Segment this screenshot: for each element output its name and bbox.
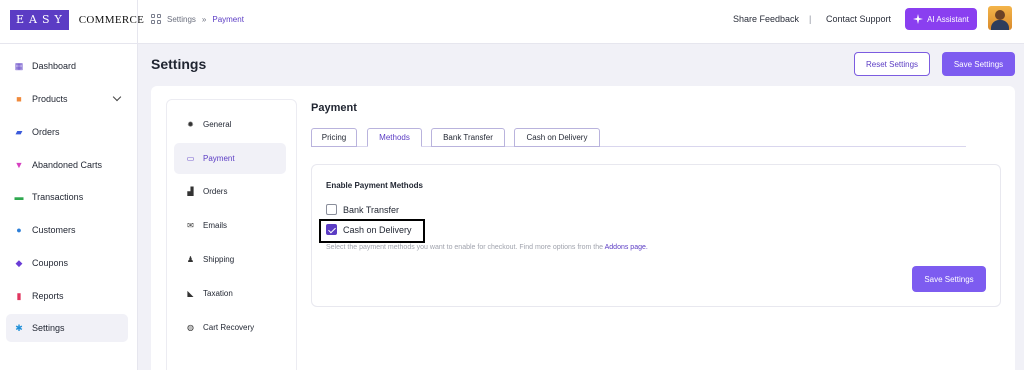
tab-methods[interactable]: Methods bbox=[367, 128, 422, 147]
sidebar-item-reports[interactable]: ▮ Reports bbox=[6, 282, 128, 310]
sidebar-item-label: Orders bbox=[32, 127, 60, 137]
logo[interactable]: EASY COMMERCE bbox=[10, 10, 144, 30]
settings-nav-orders[interactable]: ▟ Orders bbox=[174, 176, 286, 207]
settings-nav-label: Orders bbox=[203, 187, 228, 196]
avatar-head bbox=[995, 10, 1005, 20]
sidebar-item-label: Abandoned Carts bbox=[32, 160, 103, 170]
settings-nav-label: General bbox=[203, 120, 232, 129]
sidebar-item-label: Transactions bbox=[32, 192, 84, 202]
header-separator: | bbox=[809, 14, 812, 24]
tab-cash-on-delivery[interactable]: Cash on Delivery bbox=[514, 128, 600, 147]
card-icon: ▭ bbox=[186, 154, 195, 163]
panel-heading: Enable Payment Methods bbox=[326, 181, 423, 190]
sidebar-item-label: Dashboard bbox=[32, 61, 77, 71]
sidebar-item-coupons[interactable]: ◆ Coupons bbox=[6, 249, 128, 277]
avatar-body bbox=[991, 20, 1009, 30]
page-title: Settings bbox=[151, 56, 207, 72]
reset-settings-button[interactable]: Reset Settings bbox=[854, 52, 930, 76]
gear-icon: ✹ bbox=[187, 120, 194, 129]
grid-icon bbox=[151, 14, 161, 24]
cart-icon: ▼ bbox=[14, 160, 24, 170]
logo-commerce: COMMERCE bbox=[78, 14, 145, 26]
highlight-box bbox=[319, 219, 425, 243]
sidebar-item-label: Customers bbox=[32, 225, 76, 235]
mail-icon: ✉ bbox=[187, 221, 194, 230]
coupon-icon: ◆ bbox=[15, 258, 23, 268]
help-text: Select the payment methods you want to e… bbox=[326, 244, 648, 251]
settings-nav-label: Emails bbox=[203, 221, 228, 230]
sidebar-item-transactions[interactable]: ▬ Transactions bbox=[6, 183, 128, 211]
sidebar-item-label: Settings bbox=[32, 323, 65, 333]
sidebar-item-customers[interactable]: ● Customers bbox=[6, 216, 128, 244]
save-settings-button[interactable]: Save Settings bbox=[942, 52, 1015, 76]
method-bank-transfer[interactable]: Bank Transfer bbox=[326, 204, 399, 215]
report-icon: ▮ bbox=[16, 291, 22, 301]
settings-nav-shipping[interactable]: ♟ Shipping bbox=[174, 244, 286, 275]
orders-icon: ▰ bbox=[15, 127, 23, 137]
payment-section-title: Payment bbox=[311, 102, 357, 114]
save-settings-panel-button[interactable]: Save Settings bbox=[912, 266, 986, 292]
settings-nav-emails[interactable]: ✉ Emails bbox=[174, 210, 286, 241]
sidebar: ▦ Dashboard ■ Products ▰ Orders ▼ Abando… bbox=[0, 44, 138, 370]
top-header: EASY COMMERCE Settings » Payment Share F… bbox=[0, 0, 1024, 44]
sidebar-item-label: Products bbox=[32, 94, 68, 104]
settings-nav-label: Taxation bbox=[203, 289, 233, 298]
sidebar-item-label: Reports bbox=[32, 291, 64, 301]
settings-nav-cart-recovery[interactable]: ◍ Cart Recovery bbox=[174, 312, 286, 343]
ai-assistant-label: AI Assistant bbox=[927, 14, 969, 24]
settings-nav-payment[interactable]: ▭ Payment bbox=[174, 143, 286, 174]
breadcrumb: Settings » Payment bbox=[151, 14, 244, 24]
tab-bank-transfer[interactable]: Bank Transfer bbox=[431, 128, 505, 147]
sparkle-icon bbox=[913, 14, 924, 24]
method-label: Bank Transfer bbox=[343, 204, 400, 215]
breadcrumb-separator: » bbox=[201, 14, 207, 24]
gear-icon: ✱ bbox=[15, 323, 23, 333]
sidebar-item-products[interactable]: ■ Products bbox=[6, 85, 128, 113]
sidebar-item-settings[interactable]: ✱ Settings bbox=[6, 314, 128, 342]
person-icon: ♟ bbox=[186, 255, 195, 264]
products-icon: ■ bbox=[16, 94, 22, 104]
ai-assistant-button[interactable]: AI Assistant bbox=[905, 8, 977, 30]
help-text-body: Select the payment methods you want to e… bbox=[326, 244, 604, 251]
logo-easy: EASY bbox=[10, 10, 69, 30]
breadcrumb-root[interactable]: Settings bbox=[167, 15, 196, 24]
breadcrumb-current: Payment bbox=[212, 14, 244, 24]
contact-support-link[interactable]: Contact Support bbox=[826, 14, 891, 24]
tab-pricing[interactable]: Pricing bbox=[311, 128, 357, 147]
settings-nav-label: Cart Recovery bbox=[203, 323, 255, 332]
sidebar-item-orders[interactable]: ▰ Orders bbox=[6, 118, 128, 146]
share-feedback-link[interactable]: Share Feedback bbox=[733, 14, 799, 24]
addons-page-link[interactable]: Addons page. bbox=[605, 244, 648, 251]
tag-icon: ◣ bbox=[187, 289, 194, 298]
settings-nav-general[interactable]: ✹ General bbox=[174, 109, 286, 140]
dashboard-icon: ▦ bbox=[14, 61, 24, 71]
sidebar-item-label: Coupons bbox=[32, 258, 69, 268]
chevron-down-icon[interactable] bbox=[112, 92, 122, 102]
recovery-icon: ◍ bbox=[187, 323, 194, 332]
settings-nav-label: Payment bbox=[203, 154, 235, 163]
settings-nav-label: Shipping bbox=[203, 255, 235, 264]
bank-transfer-checkbox[interactable] bbox=[326, 204, 337, 215]
customers-icon: ● bbox=[16, 225, 22, 235]
money-icon: ▬ bbox=[14, 192, 24, 202]
header-divider bbox=[137, 0, 138, 44]
bag-icon: ▟ bbox=[187, 187, 194, 196]
sidebar-item-dashboard[interactable]: ▦ Dashboard bbox=[6, 52, 128, 80]
avatar[interactable] bbox=[988, 6, 1012, 30]
settings-nav-taxation[interactable]: ◣ Taxation bbox=[174, 278, 286, 309]
sidebar-item-abandoned-carts[interactable]: ▼ Abandoned Carts bbox=[6, 151, 128, 179]
